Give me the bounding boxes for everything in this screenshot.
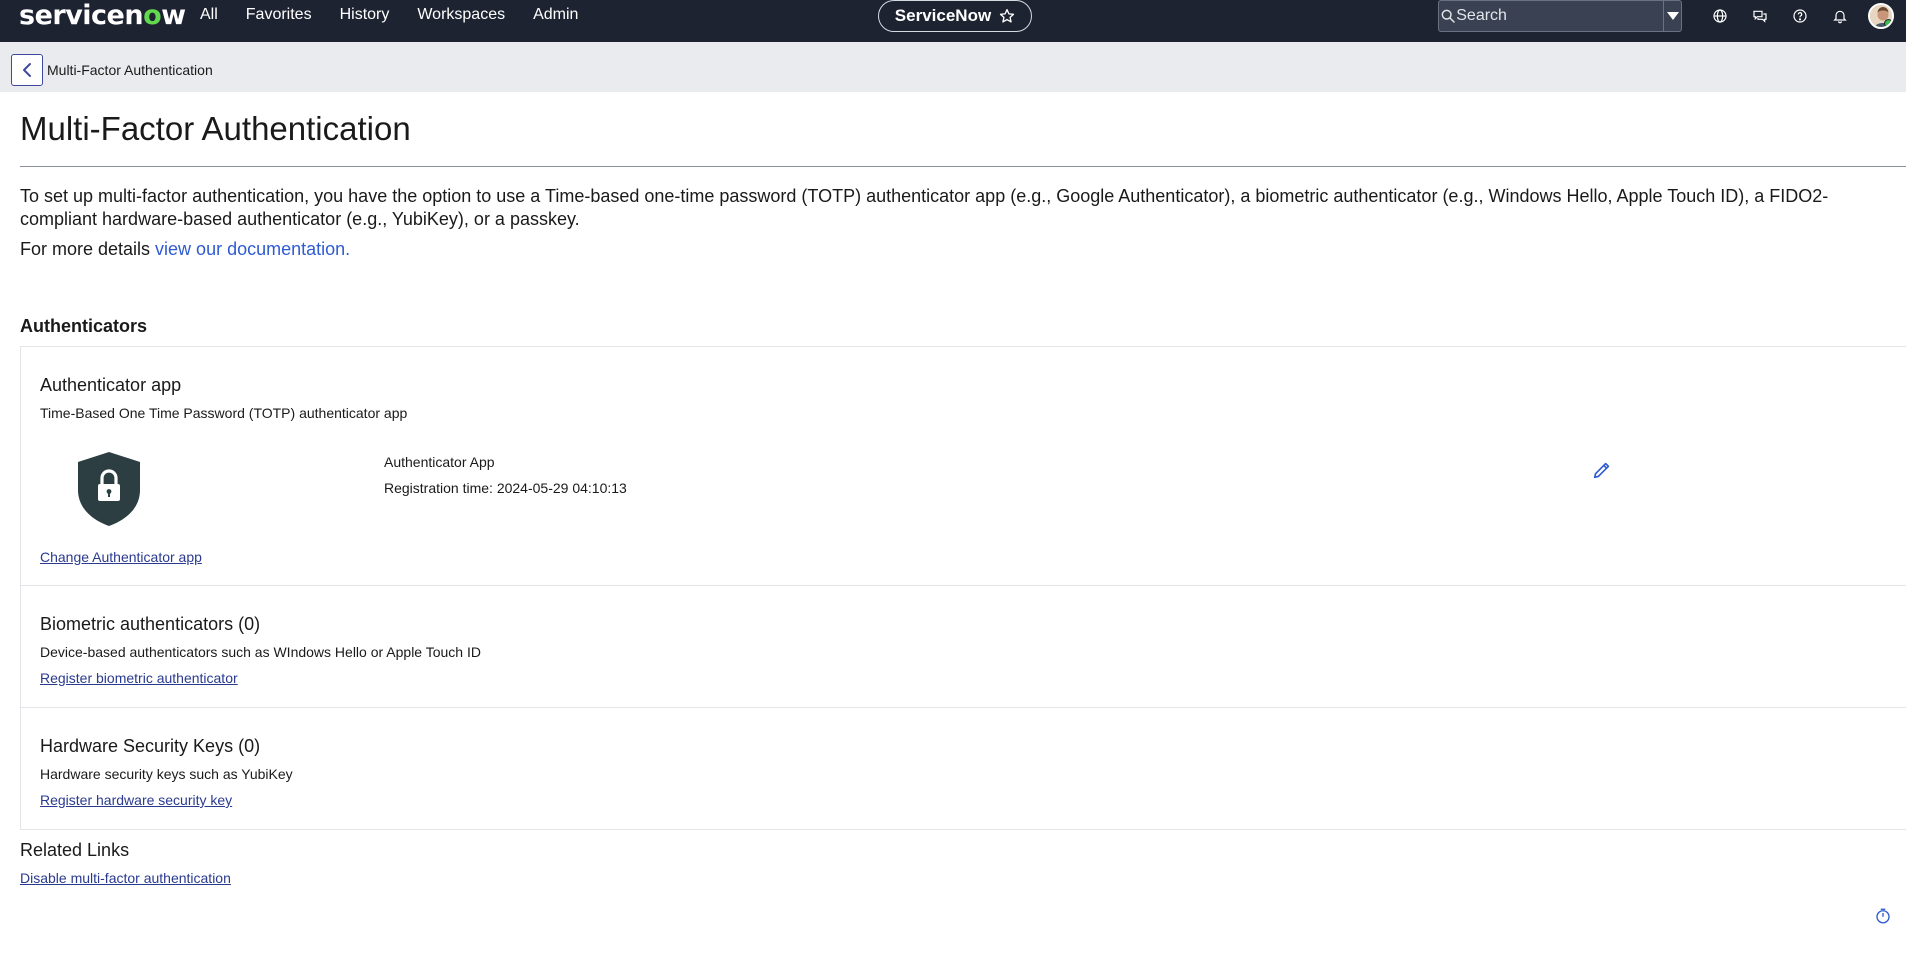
globe-icon[interactable] (1700, 6, 1740, 26)
form-header-title: Multi-Factor Authentication (47, 62, 213, 78)
authenticator-app-name: Authenticator App (384, 454, 495, 470)
nav-favorites[interactable]: Favorites (232, 6, 326, 24)
pencil-icon[interactable] (1591, 459, 1613, 481)
page-title: Multi-Factor Authentication (20, 110, 411, 147)
search-input[interactable] (1456, 7, 1664, 25)
nav-admin[interactable]: Admin (519, 6, 592, 24)
help-icon[interactable] (1780, 6, 1820, 26)
chat-icon[interactable] (1740, 6, 1780, 26)
form-header: Multi-Factor Authentication (0, 42, 1906, 92)
change-authenticator-app-link[interactable]: Change Authenticator app (40, 549, 202, 565)
chevron-left-icon (23, 63, 31, 77)
main-nav: All Favorites History Workspaces Admin (200, 6, 592, 24)
nav-workspaces[interactable]: Workspaces (403, 6, 519, 24)
register-hardware-key-link[interactable]: Register hardware security key (40, 792, 232, 808)
timer-icon[interactable] (1874, 907, 1892, 925)
global-search (1438, 0, 1682, 32)
shield-lock-icon (78, 452, 140, 526)
presence-dot (1884, 19, 1892, 27)
intro-text: To set up multi-factor authentication, y… (20, 186, 1829, 229)
hardware-security-keys-card: Hardware Security Keys (0) Hardware secu… (20, 708, 1906, 830)
authenticator-app-card: Authenticator app Time-Based One Time Pa… (20, 346, 1906, 586)
servicenow-logo[interactable]: servicenow (19, 0, 186, 31)
search-icon (1439, 8, 1456, 24)
register-biometric-link[interactable]: Register biometric authenticator (40, 670, 238, 686)
search-scope-dropdown[interactable] (1663, 1, 1681, 31)
biometric-authenticators-card: Biometric authenticators (0) Device-base… (20, 586, 1906, 708)
logo-text-o: o (143, 0, 162, 31)
logo-text-before: servicen (19, 0, 144, 31)
authenticator-app-title: Authenticator app (40, 375, 182, 395)
avatar[interactable] (1868, 3, 1894, 29)
biometric-authenticators-title: Biometric authenticators (0) (40, 614, 261, 634)
authenticator-app-desc: Time-Based One Time Password (TOTP) auth… (40, 405, 408, 421)
bell-icon[interactable] (1820, 6, 1860, 26)
top-icons (1700, 6, 1860, 26)
nav-history[interactable]: History (326, 6, 404, 24)
star-icon[interactable] (999, 8, 1015, 24)
title-divider (20, 166, 1906, 167)
disable-mfa-link[interactable]: Disable multi-factor authentication (20, 870, 231, 886)
documentation-link[interactable]: view our documentation. (155, 239, 350, 259)
more-details-prefix: For more details (20, 239, 156, 259)
related-links-heading: Related Links (20, 840, 130, 860)
back-button[interactable] (11, 54, 43, 86)
instance-pill-button[interactable]: ServiceNow (878, 0, 1032, 32)
instance-pill-label: ServiceNow (894, 6, 992, 25)
chevron-down-icon (1666, 12, 1679, 20)
top-navigation-bar: servicenow All Favorites History Workspa… (0, 0, 1906, 42)
nav-all[interactable]: All (200, 6, 232, 24)
hardware-security-keys-desc: Hardware security keys such as YubiKey (40, 766, 293, 782)
authenticators-heading: Authenticators (20, 316, 148, 336)
biometric-authenticators-desc: Device-based authenticators such as WInd… (40, 644, 481, 660)
logo-text-after: w (161, 0, 186, 31)
hardware-security-keys-title: Hardware Security Keys (0) (40, 736, 261, 756)
more-details: For more details view our documentation. (20, 239, 350, 260)
authenticator-registration-time: Registration time: 2024-05-29 04:10:13 (384, 480, 627, 496)
